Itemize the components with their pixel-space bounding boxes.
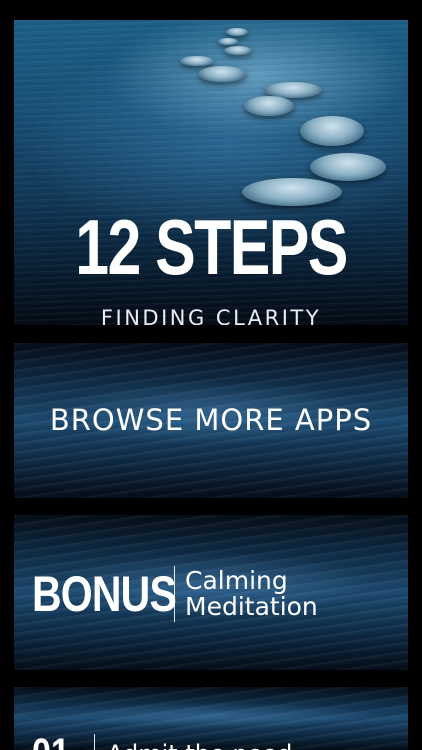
stepping-stone	[198, 66, 246, 82]
step-item-01[interactable]: 01 Admit the need	[14, 687, 408, 750]
stepping-stone	[300, 116, 364, 146]
hero-banner: 12 STEPS FINDING CLARITY	[14, 20, 408, 325]
stepping-stone	[226, 28, 248, 36]
stepping-stone	[224, 46, 252, 55]
step-number: 01	[32, 731, 83, 750]
bonus-line-2: Meditation	[185, 592, 318, 621]
stepping-stone	[242, 178, 342, 206]
bonus-description: Calming Meditation	[185, 565, 318, 621]
bonus-label-group: BONUS Calming Meditation	[32, 559, 318, 629]
app-title: 12 STEPS	[75, 203, 348, 291]
bonus-line-1: Calming	[185, 565, 288, 595]
step-label-group: 01 Admit the need	[32, 731, 292, 750]
bonus-meditation-button[interactable]: BONUS Calming Meditation	[14, 515, 408, 670]
stepping-stone	[180, 56, 214, 66]
vertical-divider	[94, 733, 95, 750]
bonus-word: BONUS	[32, 566, 177, 622]
step-label: Admit the need	[107, 740, 292, 750]
browse-more-apps-label: BROWSE MORE APPS	[49, 403, 373, 437]
stepping-stone	[310, 153, 386, 181]
stepping-stone	[218, 38, 238, 45]
browse-more-apps-button[interactable]: BROWSE MORE APPS	[14, 343, 408, 498]
stepping-stone	[244, 96, 294, 116]
app-subtitle: FINDING CLARITY	[100, 306, 322, 325]
